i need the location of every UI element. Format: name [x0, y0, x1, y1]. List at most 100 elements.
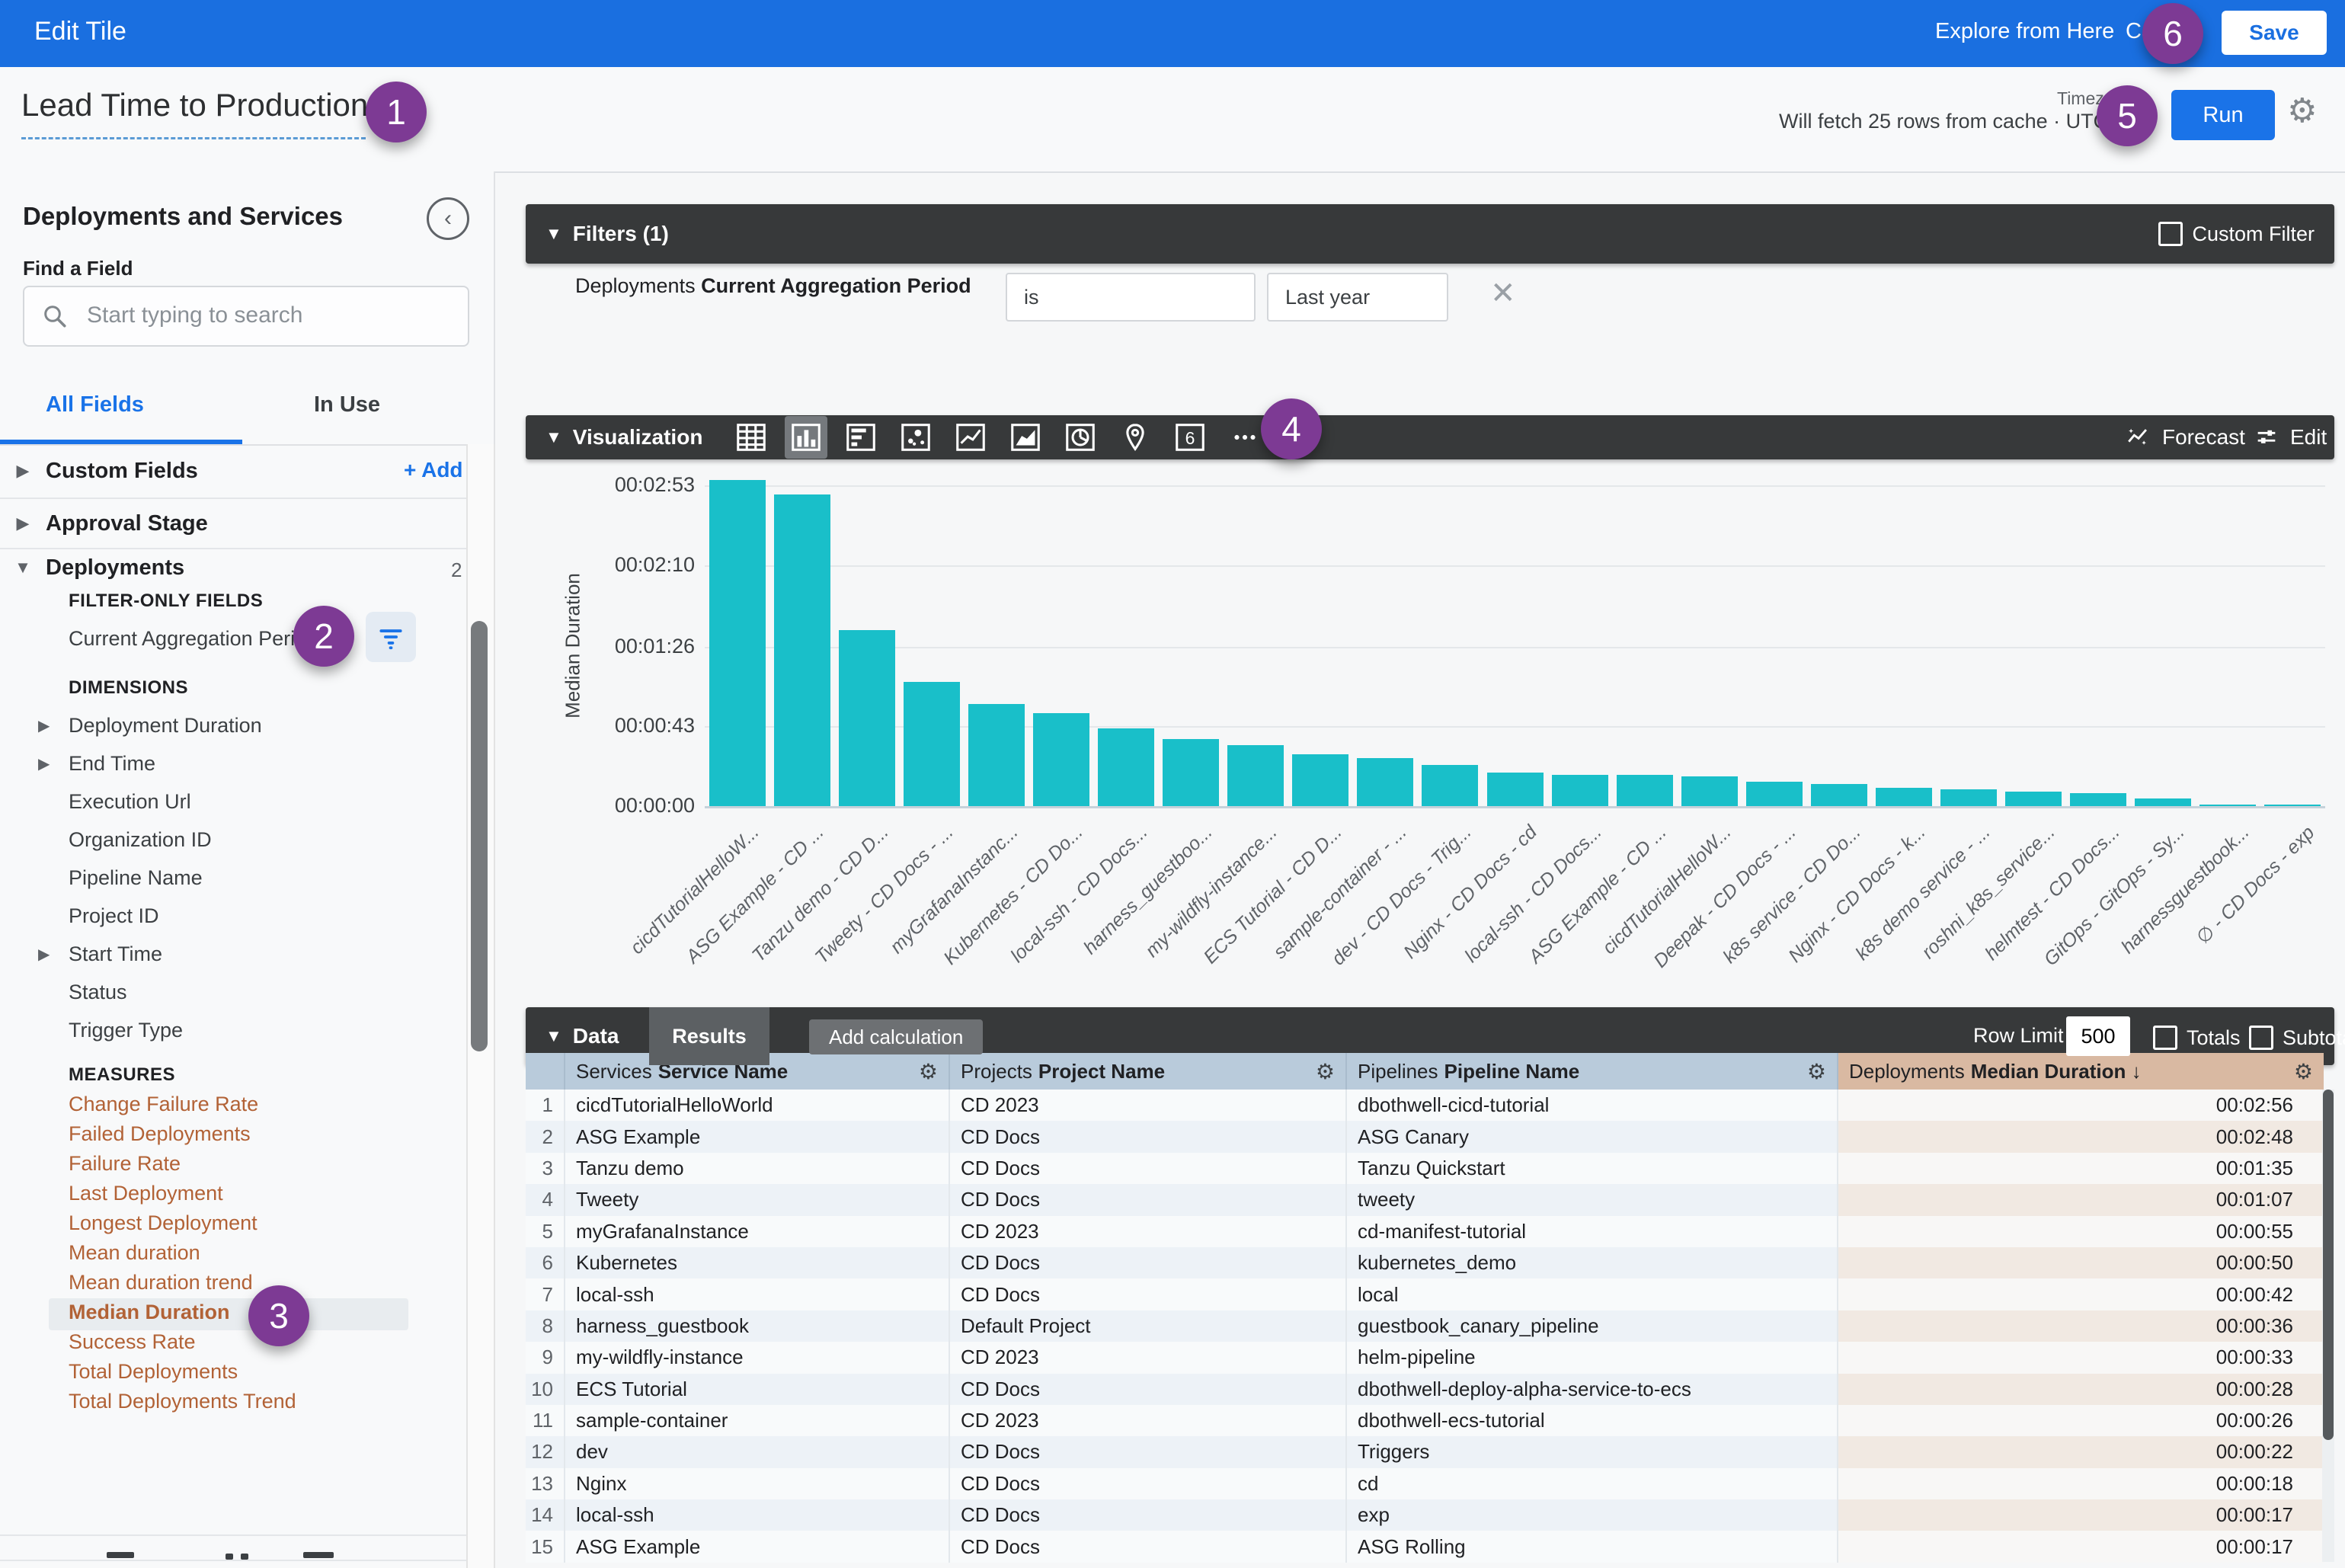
add-calculation-button[interactable]: Add calculation	[809, 1019, 983, 1054]
field-item-trigger-type[interactable]: Trigger Type	[0, 1011, 466, 1049]
chevron-right-icon[interactable]: ▶	[0, 461, 46, 481]
chart-bar[interactable]	[1487, 773, 1544, 806]
forecast-button[interactable]: Forecast	[2126, 415, 2245, 459]
save-button[interactable]: Save	[2222, 11, 2327, 55]
cell-project-name[interactable]: CD Docs	[950, 1499, 1347, 1531]
chart-bar[interactable]	[839, 630, 895, 806]
cell-service-name[interactable]: harness_guestbook	[565, 1310, 950, 1342]
sidebar-group-custom-fields[interactable]: ▶ Custom Fields + Add	[0, 444, 494, 498]
field-current-aggregation-period[interactable]: Current Aggregation Period	[0, 618, 494, 659]
chart-bar[interactable]	[1746, 782, 1803, 806]
chart-bar[interactable]	[968, 704, 1025, 806]
chart-bar[interactable]	[1681, 776, 1738, 806]
column-header-pipeline-name[interactable]: PipelinesPipeline Name⚙	[1347, 1053, 1838, 1090]
map-pin-viz-icon[interactable]	[1114, 416, 1157, 459]
chevron-down-icon[interactable]: ▼	[0, 558, 46, 578]
cell-pipeline-name[interactable]: cd	[1347, 1468, 1838, 1499]
tab-all-fields[interactable]: All Fields	[46, 392, 144, 418]
table-viz-icon[interactable]	[730, 416, 773, 459]
field-item-end-time[interactable]: ▶End Time	[0, 744, 466, 782]
chevron-right-icon[interactable]: ▶	[38, 945, 50, 964]
cell-project-name[interactable]: CD 2023	[950, 1405, 1347, 1436]
filter-field-icon[interactable]	[366, 612, 416, 662]
totals-toggle[interactable]: Totals	[2153, 1026, 2241, 1050]
cell-project-name[interactable]: CD 2023	[950, 1090, 1347, 1121]
add-custom-field-button[interactable]: + Add	[404, 458, 463, 482]
cell-pipeline-name[interactable]: guestbook_canary_pipeline	[1347, 1310, 1838, 1342]
chart-bar[interactable]	[1940, 789, 1997, 806]
field-item-longest-deployment[interactable]: Longest Deployment	[0, 1208, 466, 1238]
field-item-deployment-duration[interactable]: ▶Deployment Duration	[0, 706, 466, 744]
cell-median-duration[interactable]: 00:02:56	[1838, 1090, 2324, 1121]
chevron-right-icon[interactable]: ▶	[38, 754, 50, 773]
tab-in-use[interactable]: In Use	[314, 392, 380, 418]
cell-service-name[interactable]: Kubernetes	[565, 1247, 950, 1278]
tile-title[interactable]: Lead Time to Production	[21, 87, 368, 123]
chart-bar[interactable]	[1227, 745, 1284, 806]
cell-median-duration[interactable]: 00:00:17	[1838, 1531, 2324, 1562]
cell-pipeline-name[interactable]: cd-manifest-tutorial	[1347, 1216, 1838, 1247]
cell-pipeline-name[interactable]: ASG Rolling	[1347, 1531, 1838, 1562]
cell-median-duration[interactable]: 00:01:35	[1838, 1153, 2324, 1184]
cell-project-name[interactable]: CD Docs	[950, 1531, 1347, 1562]
subtotals-toggle[interactable]: Subtotals	[2249, 1026, 2345, 1050]
chart-bar[interactable]	[1357, 758, 1413, 806]
field-item-median-duration[interactable]: Median Duration	[0, 1298, 466, 1327]
chart-bar[interactable]	[2135, 798, 2191, 806]
chart-bar[interactable]	[1292, 754, 1348, 806]
chart-bar[interactable]	[2070, 793, 2126, 806]
chart-bar[interactable]	[709, 480, 766, 806]
field-item-mean-duration-trend[interactable]: Mean duration trend	[0, 1268, 466, 1298]
cell-project-name[interactable]: CD 2023	[950, 1342, 1347, 1373]
chart-bar[interactable]	[1617, 775, 1673, 806]
field-item-project-id[interactable]: Project ID	[0, 897, 466, 935]
edit-viz-button[interactable]: Edit	[2254, 415, 2327, 459]
cell-pipeline-name[interactable]: exp	[1347, 1499, 1838, 1531]
cell-pipeline-name[interactable]: local	[1347, 1278, 1838, 1310]
cell-service-name[interactable]: ASG Example	[565, 1531, 950, 1562]
field-item-pipeline-name[interactable]: Pipeline Name	[0, 859, 466, 897]
field-item-change-failure-rate[interactable]: Change Failure Rate	[0, 1090, 466, 1119]
chart-bar[interactable]	[1422, 765, 1478, 806]
scatter-plot-viz-icon[interactable]	[894, 416, 937, 459]
cell-pipeline-name[interactable]: ASG Canary	[1347, 1121, 1838, 1152]
field-item-failed-deployments[interactable]: Failed Deployments	[0, 1119, 466, 1149]
chart-bar[interactable]	[1552, 775, 1608, 806]
chevron-right-icon[interactable]: ▶	[0, 514, 46, 533]
subtotals-checkbox[interactable]	[2249, 1026, 2273, 1050]
cell-project-name[interactable]: CD Docs	[950, 1468, 1347, 1499]
cell-pipeline-name[interactable]: dbothwell-deploy-alpha-service-to-ecs	[1347, 1374, 1838, 1405]
table-scrollbar-thumb[interactable]	[2323, 1090, 2334, 1440]
sidebar-group-approval-stage[interactable]: ▶ Approval Stage	[0, 499, 494, 548]
collapse-caret-icon[interactable]: ▼	[545, 224, 562, 244]
field-item-success-rate[interactable]: Success Rate	[0, 1327, 466, 1357]
collapse-caret-icon[interactable]: ▼	[545, 427, 562, 447]
chart-bar[interactable]	[2199, 805, 2256, 806]
line-chart-viz-icon[interactable]	[949, 416, 992, 459]
cell-project-name[interactable]: CD Docs	[950, 1436, 1347, 1467]
chart-bar[interactable]	[774, 494, 830, 806]
column-header-median-duration[interactable]: DeploymentsMedian Duration ↓⚙	[1838, 1053, 2324, 1090]
chart-bar[interactable]	[1098, 728, 1154, 806]
chart-bar[interactable]	[904, 682, 960, 806]
cell-median-duration[interactable]: 00:00:28	[1838, 1374, 2324, 1405]
chevron-right-icon[interactable]: ▶	[38, 716, 50, 735]
cell-project-name[interactable]: CD 2023	[950, 1216, 1347, 1247]
cell-median-duration[interactable]: 00:00:42	[1838, 1278, 2324, 1310]
cell-pipeline-name[interactable]: dbothwell-cicd-tutorial	[1347, 1090, 1838, 1121]
cell-median-duration[interactable]: 00:00:33	[1838, 1342, 2324, 1373]
cell-median-duration[interactable]: 00:02:48	[1838, 1121, 2324, 1152]
cell-median-duration[interactable]: 00:00:50	[1838, 1247, 2324, 1278]
cell-service-name[interactable]: cicdTutorialHelloWorld	[565, 1090, 950, 1121]
area-chart-viz-icon[interactable]	[1004, 416, 1047, 459]
chart-bar[interactable]	[1876, 788, 1932, 806]
cell-median-duration[interactable]: 00:00:22	[1838, 1436, 2324, 1467]
explore-from-here-button[interactable]: Explore from Here	[1935, 19, 2114, 44]
field-item-status[interactable]: Status	[0, 973, 466, 1011]
column-gear-icon[interactable]: ⚙	[919, 1059, 938, 1084]
cell-service-name[interactable]: local-ssh	[565, 1278, 950, 1310]
cell-project-name[interactable]: Default Project	[950, 1310, 1347, 1342]
cell-project-name[interactable]: CD Docs	[950, 1374, 1347, 1405]
cell-median-duration[interactable]: 00:01:07	[1838, 1184, 2324, 1215]
cell-pipeline-name[interactable]: Tanzu Quickstart	[1347, 1153, 1838, 1184]
